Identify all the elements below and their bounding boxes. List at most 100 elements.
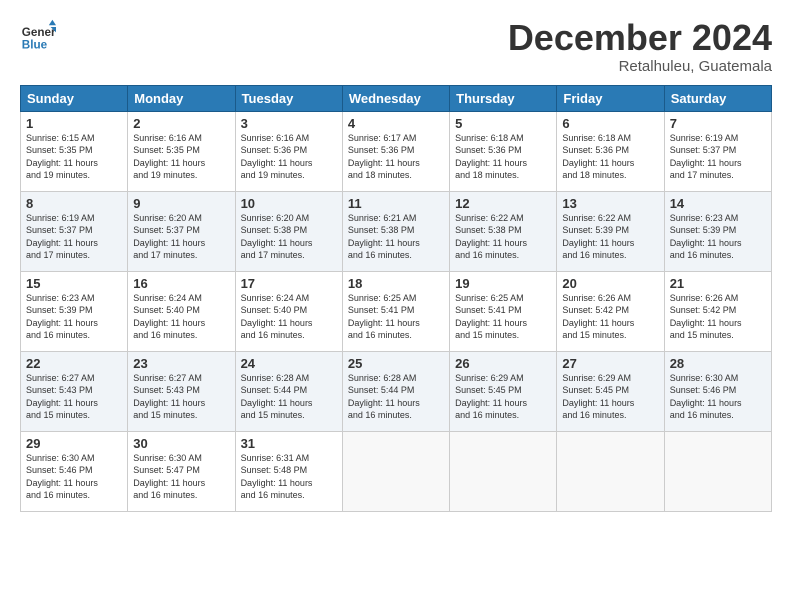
- day-number: 9: [133, 196, 229, 211]
- day-info: Sunrise: 6:26 AMSunset: 5:42 PMDaylight:…: [562, 293, 634, 341]
- calendar-cell: 17 Sunrise: 6:24 AMSunset: 5:40 PMDaylig…: [235, 271, 342, 351]
- day-number: 27: [562, 356, 658, 371]
- day-number: 31: [241, 436, 337, 451]
- day-number: 24: [241, 356, 337, 371]
- day-info: Sunrise: 6:24 AMSunset: 5:40 PMDaylight:…: [133, 293, 205, 341]
- day-number: 21: [670, 276, 766, 291]
- logo: General Blue: [20, 18, 56, 54]
- day-info: Sunrise: 6:16 AMSunset: 5:36 PMDaylight:…: [241, 133, 313, 181]
- day-number: 22: [26, 356, 122, 371]
- day-info: Sunrise: 6:19 AMSunset: 5:37 PMDaylight:…: [26, 213, 98, 261]
- day-number: 13: [562, 196, 658, 211]
- calendar-cell: 3 Sunrise: 6:16 AMSunset: 5:36 PMDayligh…: [235, 111, 342, 191]
- day-number: 14: [670, 196, 766, 211]
- calendar-cell: 7 Sunrise: 6:19 AMSunset: 5:37 PMDayligh…: [664, 111, 771, 191]
- day-number: 7: [670, 116, 766, 131]
- calendar-cell: 26 Sunrise: 6:29 AMSunset: 5:45 PMDaylig…: [450, 351, 557, 431]
- day-info: Sunrise: 6:23 AMSunset: 5:39 PMDaylight:…: [26, 293, 98, 341]
- calendar-cell: 22 Sunrise: 6:27 AMSunset: 5:43 PMDaylig…: [21, 351, 128, 431]
- calendar-cell: 12 Sunrise: 6:22 AMSunset: 5:38 PMDaylig…: [450, 191, 557, 271]
- calendar-cell: 11 Sunrise: 6:21 AMSunset: 5:38 PMDaylig…: [342, 191, 449, 271]
- calendar-cell: [557, 431, 664, 511]
- day-number: 12: [455, 196, 551, 211]
- day-number: 15: [26, 276, 122, 291]
- calendar-cell: 13 Sunrise: 6:22 AMSunset: 5:39 PMDaylig…: [557, 191, 664, 271]
- day-number: 2: [133, 116, 229, 131]
- calendar-cell: 10 Sunrise: 6:20 AMSunset: 5:38 PMDaylig…: [235, 191, 342, 271]
- day-info: Sunrise: 6:31 AMSunset: 5:48 PMDaylight:…: [241, 453, 313, 501]
- day-info: Sunrise: 6:25 AMSunset: 5:41 PMDaylight:…: [348, 293, 420, 341]
- day-number: 28: [670, 356, 766, 371]
- col-sunday: Sunday: [21, 85, 128, 111]
- day-info: Sunrise: 6:26 AMSunset: 5:42 PMDaylight:…: [670, 293, 742, 341]
- calendar-cell: [450, 431, 557, 511]
- day-number: 3: [241, 116, 337, 131]
- day-info: Sunrise: 6:25 AMSunset: 5:41 PMDaylight:…: [455, 293, 527, 341]
- col-thursday: Thursday: [450, 85, 557, 111]
- calendar-week-1: 1 Sunrise: 6:15 AMSunset: 5:35 PMDayligh…: [21, 111, 772, 191]
- calendar-cell: [342, 431, 449, 511]
- month-title: December 2024: [508, 18, 772, 58]
- calendar-cell: 28 Sunrise: 6:30 AMSunset: 5:46 PMDaylig…: [664, 351, 771, 431]
- day-number: 17: [241, 276, 337, 291]
- day-info: Sunrise: 6:19 AMSunset: 5:37 PMDaylight:…: [670, 133, 742, 181]
- calendar-cell: 21 Sunrise: 6:26 AMSunset: 5:42 PMDaylig…: [664, 271, 771, 351]
- calendar-week-3: 15 Sunrise: 6:23 AMSunset: 5:39 PMDaylig…: [21, 271, 772, 351]
- day-number: 23: [133, 356, 229, 371]
- calendar-cell: 14 Sunrise: 6:23 AMSunset: 5:39 PMDaylig…: [664, 191, 771, 271]
- calendar-cell: 31 Sunrise: 6:31 AMSunset: 5:48 PMDaylig…: [235, 431, 342, 511]
- calendar-cell: 5 Sunrise: 6:18 AMSunset: 5:36 PMDayligh…: [450, 111, 557, 191]
- day-info: Sunrise: 6:15 AMSunset: 5:35 PMDaylight:…: [26, 133, 98, 181]
- calendar-cell: 16 Sunrise: 6:24 AMSunset: 5:40 PMDaylig…: [128, 271, 235, 351]
- calendar-cell: 23 Sunrise: 6:27 AMSunset: 5:43 PMDaylig…: [128, 351, 235, 431]
- day-info: Sunrise: 6:24 AMSunset: 5:40 PMDaylight:…: [241, 293, 313, 341]
- calendar-cell: 30 Sunrise: 6:30 AMSunset: 5:47 PMDaylig…: [128, 431, 235, 511]
- day-info: Sunrise: 6:30 AMSunset: 5:46 PMDaylight:…: [670, 373, 742, 421]
- day-number: 18: [348, 276, 444, 291]
- calendar-cell: 20 Sunrise: 6:26 AMSunset: 5:42 PMDaylig…: [557, 271, 664, 351]
- calendar-cell: 27 Sunrise: 6:29 AMSunset: 5:45 PMDaylig…: [557, 351, 664, 431]
- day-info: Sunrise: 6:28 AMSunset: 5:44 PMDaylight:…: [348, 373, 420, 421]
- col-wednesday: Wednesday: [342, 85, 449, 111]
- calendar-table: Sunday Monday Tuesday Wednesday Thursday…: [20, 85, 772, 512]
- day-info: Sunrise: 6:20 AMSunset: 5:37 PMDaylight:…: [133, 213, 205, 261]
- day-info: Sunrise: 6:27 AMSunset: 5:43 PMDaylight:…: [26, 373, 98, 421]
- day-info: Sunrise: 6:16 AMSunset: 5:35 PMDaylight:…: [133, 133, 205, 181]
- page-container: General Blue December 2024 Retalhuleu, G…: [0, 0, 792, 522]
- col-friday: Friday: [557, 85, 664, 111]
- day-number: 30: [133, 436, 229, 451]
- day-info: Sunrise: 6:30 AMSunset: 5:47 PMDaylight:…: [133, 453, 205, 501]
- calendar-cell: 8 Sunrise: 6:19 AMSunset: 5:37 PMDayligh…: [21, 191, 128, 271]
- calendar-cell: 15 Sunrise: 6:23 AMSunset: 5:39 PMDaylig…: [21, 271, 128, 351]
- calendar-cell: 1 Sunrise: 6:15 AMSunset: 5:35 PMDayligh…: [21, 111, 128, 191]
- calendar-cell: 29 Sunrise: 6:30 AMSunset: 5:46 PMDaylig…: [21, 431, 128, 511]
- day-number: 19: [455, 276, 551, 291]
- day-info: Sunrise: 6:21 AMSunset: 5:38 PMDaylight:…: [348, 213, 420, 261]
- calendar-cell: 18 Sunrise: 6:25 AMSunset: 5:41 PMDaylig…: [342, 271, 449, 351]
- calendar-week-4: 22 Sunrise: 6:27 AMSunset: 5:43 PMDaylig…: [21, 351, 772, 431]
- calendar-cell: 19 Sunrise: 6:25 AMSunset: 5:41 PMDaylig…: [450, 271, 557, 351]
- calendar-week-5: 29 Sunrise: 6:30 AMSunset: 5:46 PMDaylig…: [21, 431, 772, 511]
- day-number: 26: [455, 356, 551, 371]
- day-number: 29: [26, 436, 122, 451]
- day-number: 6: [562, 116, 658, 131]
- day-info: Sunrise: 6:28 AMSunset: 5:44 PMDaylight:…: [241, 373, 313, 421]
- calendar-cell: [664, 431, 771, 511]
- day-number: 11: [348, 196, 444, 211]
- calendar-cell: 24 Sunrise: 6:28 AMSunset: 5:44 PMDaylig…: [235, 351, 342, 431]
- day-number: 10: [241, 196, 337, 211]
- col-monday: Monday: [128, 85, 235, 111]
- svg-text:General: General: [22, 26, 56, 39]
- day-info: Sunrise: 6:27 AMSunset: 5:43 PMDaylight:…: [133, 373, 205, 421]
- day-number: 5: [455, 116, 551, 131]
- col-tuesday: Tuesday: [235, 85, 342, 111]
- day-info: Sunrise: 6:17 AMSunset: 5:36 PMDaylight:…: [348, 133, 420, 181]
- calendar-cell: 9 Sunrise: 6:20 AMSunset: 5:37 PMDayligh…: [128, 191, 235, 271]
- calendar-cell: 25 Sunrise: 6:28 AMSunset: 5:44 PMDaylig…: [342, 351, 449, 431]
- svg-text:Blue: Blue: [22, 39, 48, 52]
- day-info: Sunrise: 6:20 AMSunset: 5:38 PMDaylight:…: [241, 213, 313, 261]
- day-number: 16: [133, 276, 229, 291]
- day-info: Sunrise: 6:22 AMSunset: 5:39 PMDaylight:…: [562, 213, 634, 261]
- day-info: Sunrise: 6:23 AMSunset: 5:39 PMDaylight:…: [670, 213, 742, 261]
- day-info: Sunrise: 6:30 AMSunset: 5:46 PMDaylight:…: [26, 453, 98, 501]
